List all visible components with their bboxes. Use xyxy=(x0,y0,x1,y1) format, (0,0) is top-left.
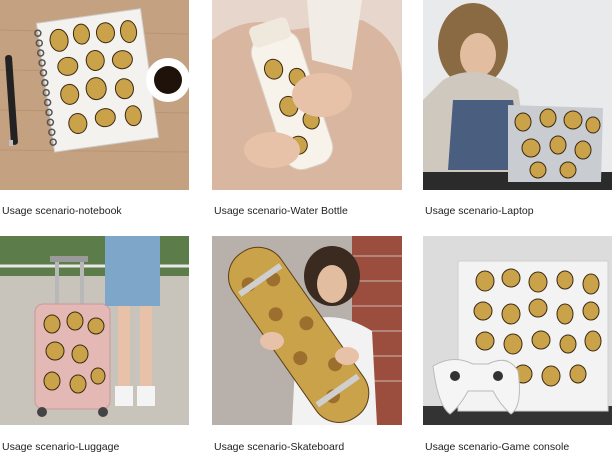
caption-water-bottle: Usage scenario-Water Bottle xyxy=(214,205,348,217)
image-laptop[interactable] xyxy=(423,0,612,190)
image-water-bottle[interactable] xyxy=(212,0,402,190)
caption-game-console: Usage scenario-Game console xyxy=(425,441,570,453)
image-luggage[interactable] xyxy=(0,236,189,425)
image-skateboard[interactable] xyxy=(212,236,402,425)
image-notebook[interactable] xyxy=(0,0,189,190)
image-game-console[interactable] xyxy=(423,236,612,425)
caption-notebook: Usage scenario-notebook xyxy=(2,205,122,217)
caption-laptop: Usage scenario-Laptop xyxy=(425,205,534,217)
caption-luggage: Usage scenario-Luggage xyxy=(2,441,120,453)
caption-skateboard: Usage scenario-Skateboard xyxy=(214,441,345,453)
